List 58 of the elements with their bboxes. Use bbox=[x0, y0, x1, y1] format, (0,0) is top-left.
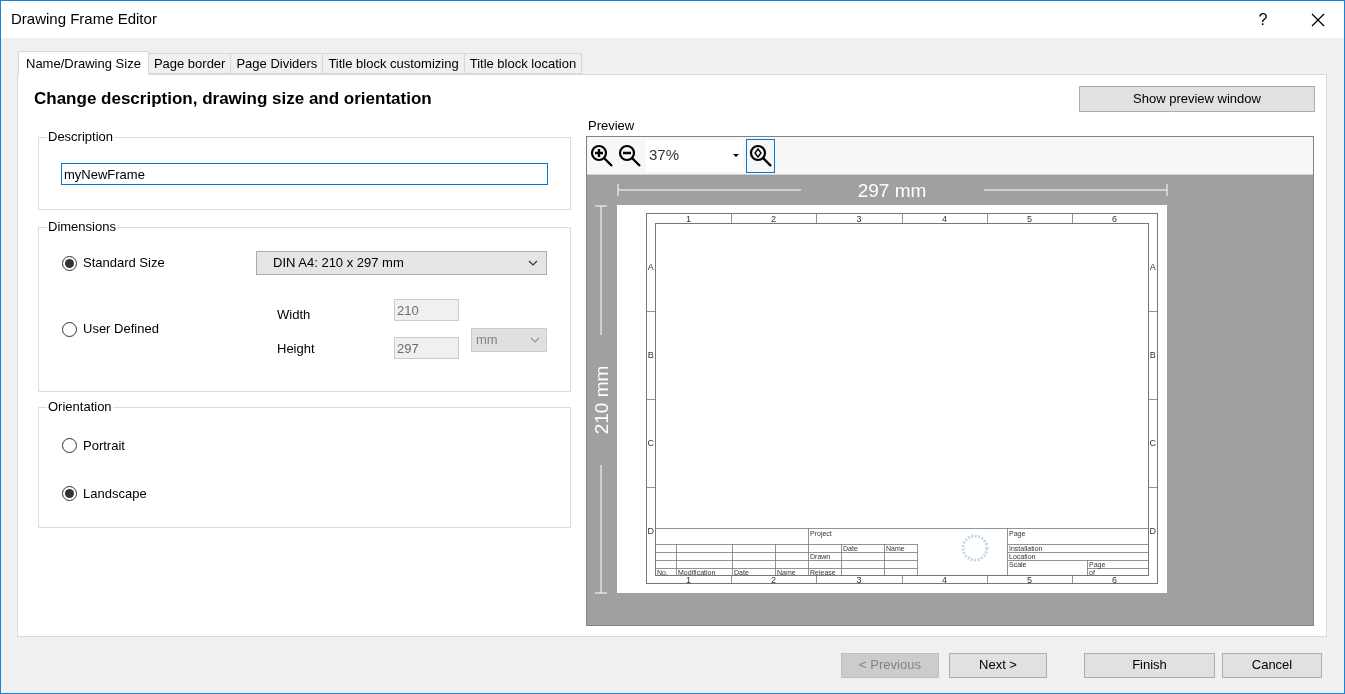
dialog-button[interactable]: Next > bbox=[949, 652, 1047, 678]
zoom-in-icon[interactable] bbox=[590, 143, 614, 168]
dropdown-arrow-icon bbox=[733, 154, 739, 157]
row-letter: A bbox=[647, 262, 654, 272]
tab[interactable]: Page border bbox=[147, 53, 232, 74]
zoom-fit-button[interactable] bbox=[746, 138, 775, 173]
width-dimension-label: 297 mm bbox=[857, 180, 927, 201]
column-number: 4 bbox=[942, 214, 947, 224]
zoom-combo[interactable]: 37% bbox=[646, 139, 743, 172]
row-letter: A bbox=[1149, 262, 1156, 272]
dialog-button[interactable]: Cancel bbox=[1222, 652, 1322, 678]
zoom-fit-icon bbox=[748, 143, 773, 168]
radio-button[interactable] bbox=[62, 321, 77, 337]
radio-button[interactable] bbox=[62, 255, 77, 271]
logo-wreath-icon bbox=[961, 534, 989, 562]
preview-label: Preview bbox=[588, 119, 636, 135]
help-button[interactable]: ? bbox=[1248, 4, 1278, 35]
row-letter: B bbox=[647, 350, 654, 360]
column-number: 5 bbox=[1027, 574, 1032, 585]
width-label: Width bbox=[277, 306, 312, 325]
column-number: 5 bbox=[1027, 214, 1032, 224]
tab[interactable]: Page Dividers bbox=[230, 53, 324, 74]
column-number: 6 bbox=[1112, 574, 1117, 585]
chevron-down-icon bbox=[530, 337, 540, 343]
radio-button[interactable] bbox=[62, 438, 77, 454]
tab[interactable]: Title block location bbox=[463, 53, 583, 74]
page-heading: Change description, drawing size and orientation bbox=[34, 88, 432, 111]
tab[interactable]: Name/Drawing Size bbox=[18, 51, 149, 75]
column-number: 3 bbox=[856, 214, 862, 224]
row-letter: C bbox=[647, 438, 654, 448]
show-preview-button[interactable]: Show preview window bbox=[1079, 86, 1315, 112]
column-number: 1 bbox=[686, 214, 691, 224]
column-number: 1 bbox=[686, 574, 691, 585]
row-letter: C bbox=[1149, 438, 1156, 448]
radio-button[interactable] bbox=[62, 485, 77, 501]
height-dimension-label: 210 mm bbox=[591, 365, 612, 435]
column-number: 2 bbox=[771, 574, 776, 585]
column-number: 6 bbox=[1112, 214, 1117, 224]
description-field[interactable]: myNewFrame bbox=[61, 163, 548, 185]
column-number: 2 bbox=[771, 214, 776, 224]
radio-label: Portrait bbox=[83, 437, 125, 455]
dialog-button[interactable]: Finish bbox=[1084, 652, 1215, 678]
tab[interactable]: Title block customizing bbox=[322, 53, 465, 74]
column-number: 4 bbox=[942, 574, 947, 585]
group-legend: Description bbox=[47, 129, 115, 145]
radio-label: Landscape bbox=[83, 484, 147, 503]
column-number: 3 bbox=[856, 574, 862, 585]
radio-label: Standard Size bbox=[83, 254, 165, 273]
row-letter: B bbox=[1149, 350, 1156, 360]
close-icon bbox=[1311, 12, 1325, 27]
chevron-down-icon bbox=[528, 260, 538, 266]
height-label: Height bbox=[277, 340, 316, 359]
radio-label: User Defined bbox=[83, 320, 159, 339]
size-dropdown[interactable]: DIN A4: 210 x 297 mm bbox=[256, 251, 547, 275]
row-letter: D bbox=[1149, 526, 1156, 536]
zoom-out-icon[interactable] bbox=[618, 143, 642, 168]
window-title: Drawing Frame Editor bbox=[11, 9, 157, 30]
row-letter: D bbox=[647, 526, 654, 536]
